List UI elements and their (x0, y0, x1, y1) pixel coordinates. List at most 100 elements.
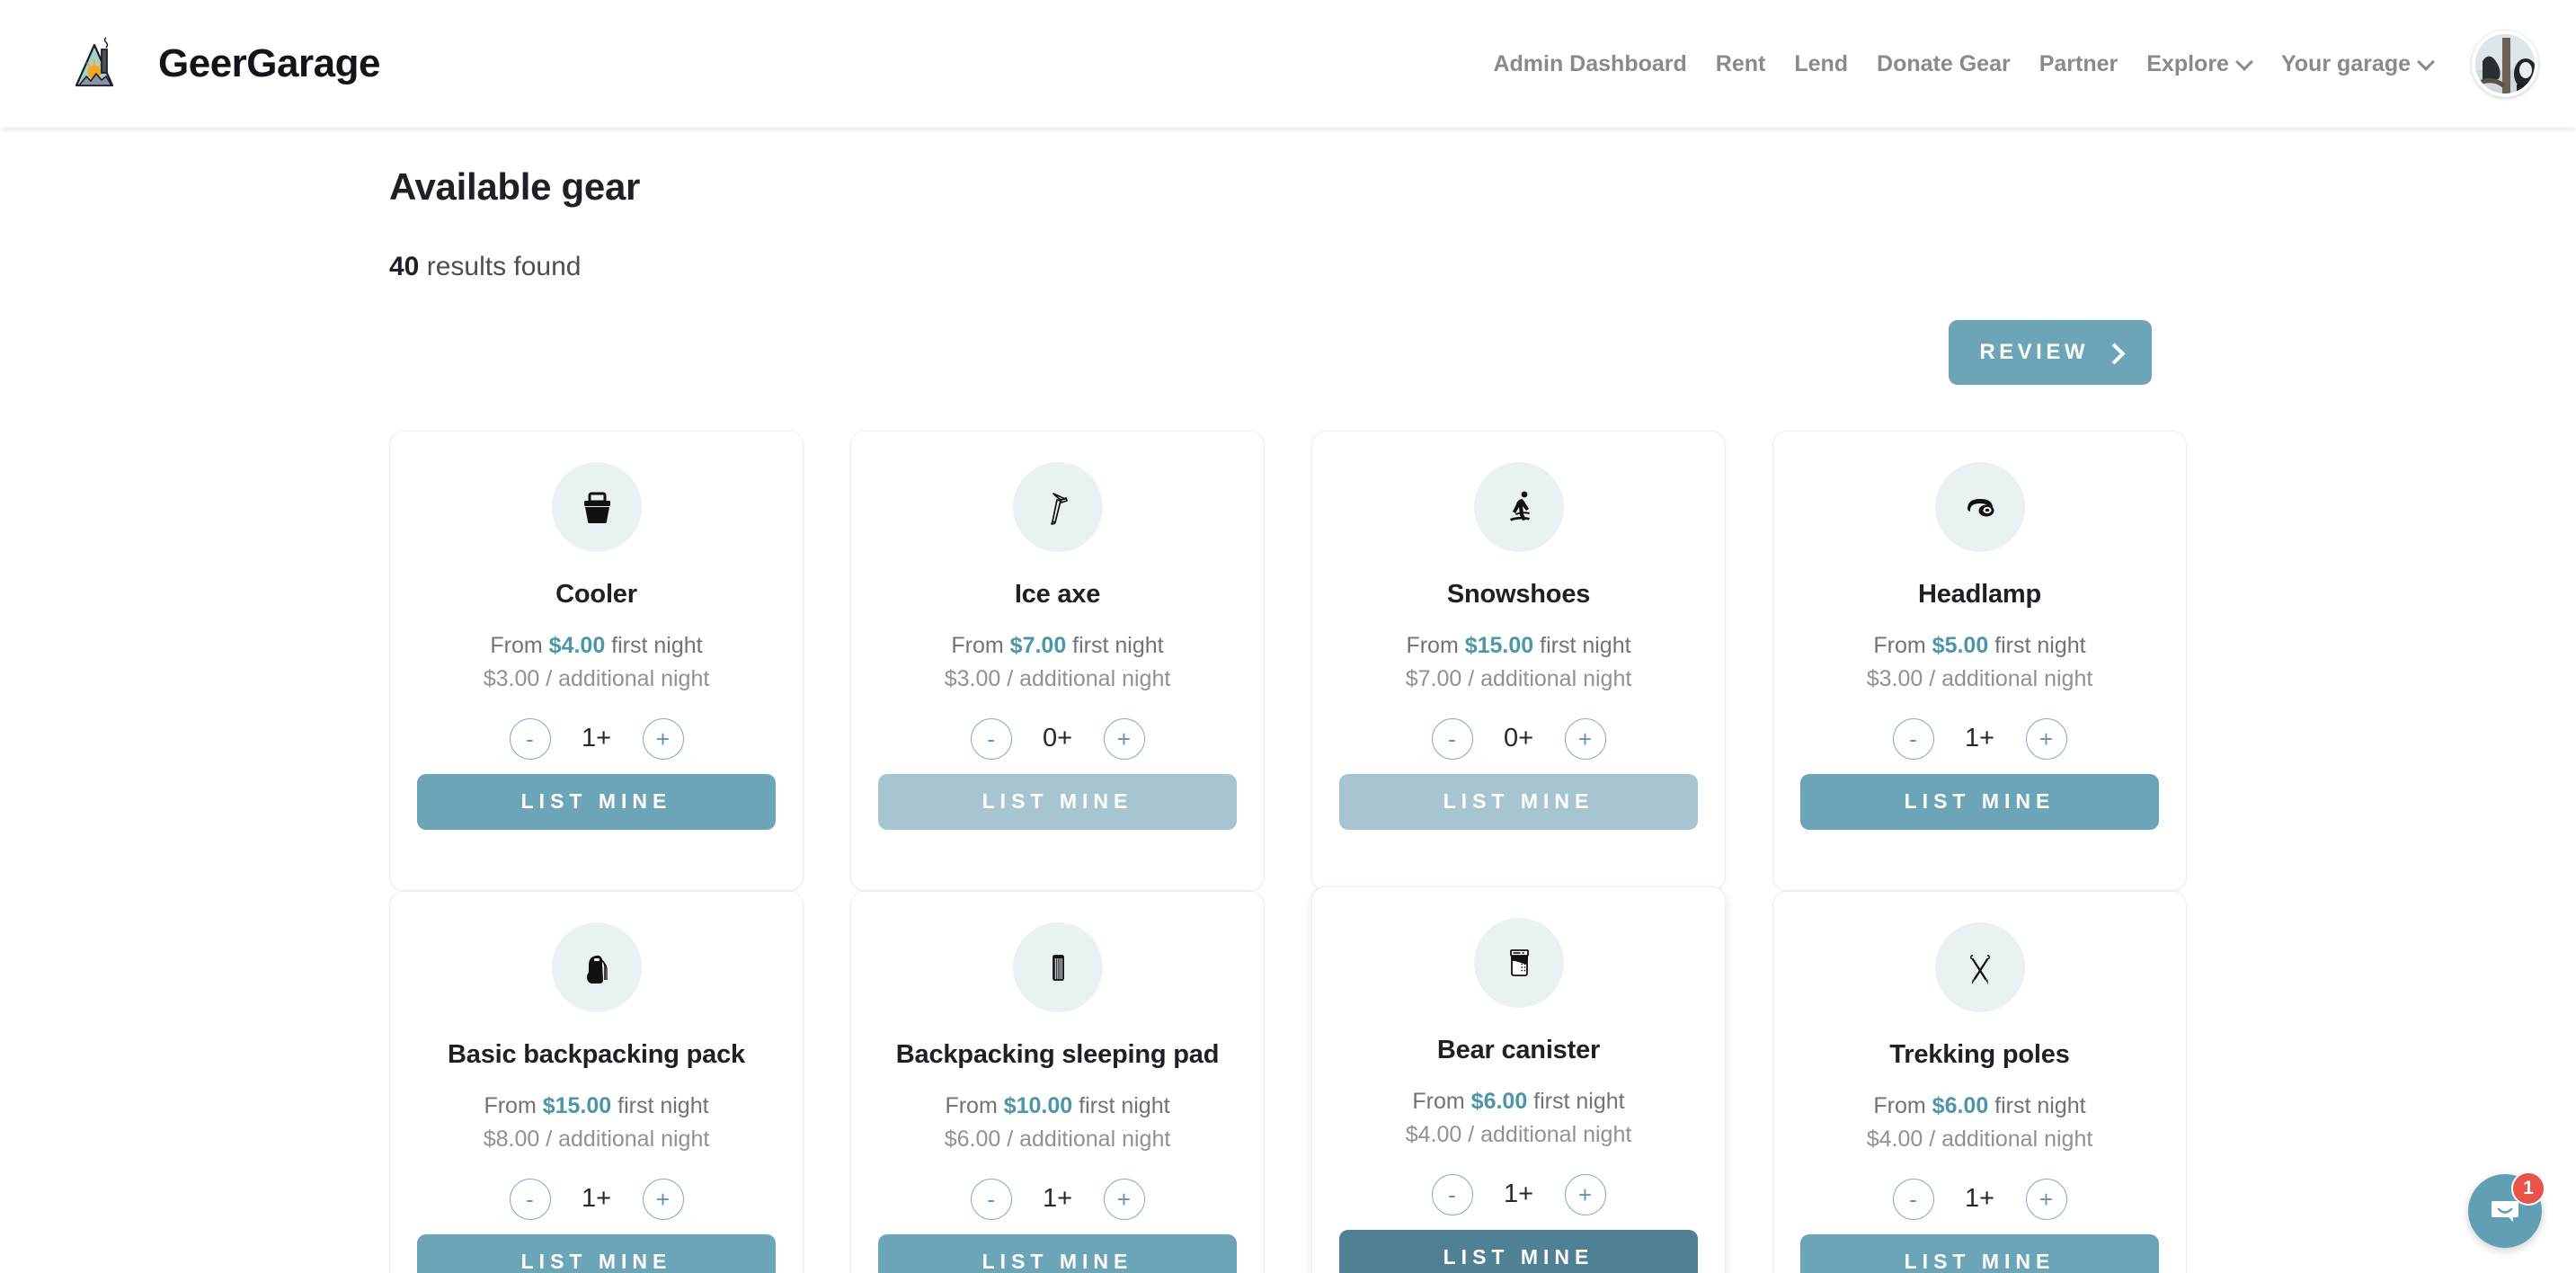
list-mine-button[interactable]: LIST MINE (878, 773, 1237, 830)
list-mine-button[interactable]: LIST MINE (417, 773, 776, 830)
gear-card-headlamp[interactable]: Headlamp From $5.00 first night $3.00 / … (1772, 431, 2187, 891)
price-value: $15.00 (1464, 633, 1534, 659)
gear-card-price-additional: $4.00 / additional night (1405, 1122, 1632, 1148)
decrement-button[interactable]: - (1892, 717, 1934, 760)
decrement-button[interactable]: - (1431, 1173, 1473, 1215)
gear-card-price-first-night: From $6.00 first night (1873, 1093, 2085, 1119)
gear-card-price-first-night: From $15.00 first night (1406, 633, 1630, 659)
price-suffix: first night (1988, 1093, 2086, 1119)
gear-card-trekking-poles[interactable]: Trekking poles From $6.00 first night $4… (1772, 891, 2187, 1273)
gear-card-snowshoes[interactable]: Snowshoes From $15.00 first night $7.00 … (1311, 431, 1726, 891)
gear-card-title: Ice axe (1014, 580, 1101, 609)
price-value: $6.00 (1470, 1089, 1528, 1115)
increment-button[interactable]: + (1103, 1178, 1145, 1220)
price-suffix: first night (605, 633, 703, 659)
gear-card-price-additional: $3.00 / additional night (944, 666, 1171, 692)
gear-card-ice-axe[interactable]: Ice axe From $7.00 first night $3.00 / a… (850, 431, 1265, 891)
quantity-stepper: - 1+ + (970, 1178, 1145, 1220)
nav-item-lend[interactable]: Lend (1780, 50, 1862, 76)
results-count-suffix: results found (419, 252, 582, 281)
gear-card-title: Backpacking sleeping pad (895, 1040, 1220, 1069)
nav-item-label: Your garage (2280, 50, 2411, 76)
nav-item-label: Lend (1794, 50, 1849, 76)
page-title: Available gear (389, 165, 641, 208)
cooler-icon (551, 462, 642, 552)
decrement-button[interactable]: - (970, 717, 1012, 760)
list-mine-button[interactable]: LIST MINE (417, 1233, 776, 1273)
quantity-value: 1+ (1503, 1180, 1534, 1209)
backpack-icon (551, 922, 642, 1012)
sleeping-pad-icon (1012, 922, 1103, 1012)
gear-card-title: Snowshoes (1446, 580, 1591, 609)
gear-card-bear-canister[interactable]: Bear canister From $6.00 first night $4.… (1311, 886, 1726, 1273)
quantity-stepper: - 1+ + (1892, 717, 2067, 760)
chevron-right-icon (2107, 345, 2121, 360)
gear-card-price-additional: $8.00 / additional night (483, 1126, 710, 1153)
results-count-line: 40 results found (389, 252, 2187, 282)
gear-card-price-additional: $4.00 / additional night (1866, 1126, 2093, 1153)
price-prefix: From (1873, 1093, 1932, 1119)
chat-unread-badge: 1 (2511, 1171, 2545, 1206)
gear-card-price-first-night: From $4.00 first night (490, 633, 702, 659)
decrement-button[interactable]: - (1892, 1178, 1934, 1220)
decrement-button[interactable]: - (509, 1178, 551, 1220)
gear-card-price-first-night: From $15.00 first night (484, 1093, 708, 1119)
decrement-button[interactable]: - (970, 1178, 1012, 1220)
nav-item-donate-gear[interactable]: Donate Gear (1862, 52, 2025, 76)
gear-card-title: Trekking poles (1889, 1040, 2070, 1069)
price-value: $6.00 (1932, 1093, 1989, 1119)
gear-card-price-first-night: From $6.00 first night (1412, 1089, 1624, 1115)
list-mine-button[interactable]: LIST MINE (1339, 773, 1698, 830)
gear-card-title: Cooler (555, 580, 637, 609)
review-button[interactable]: REVIEW (1949, 320, 2152, 385)
quantity-stepper: - 0+ + (1431, 717, 1606, 760)
increment-button[interactable]: + (2025, 717, 2067, 760)
list-mine-button[interactable]: LIST MINE (1800, 1233, 2159, 1273)
list-mine-button[interactable]: LIST MINE (1339, 1229, 1698, 1273)
increment-button[interactable]: + (1564, 717, 1606, 760)
ice-axe-icon (1012, 462, 1103, 552)
headlamp-icon (1934, 462, 2025, 552)
increment-button[interactable]: + (1103, 717, 1145, 760)
quantity-stepper: - 1+ + (509, 1178, 684, 1220)
list-mine-button[interactable]: LIST MINE (1800, 773, 2159, 830)
chevron-down-icon (2419, 55, 2434, 70)
gear-card-basic-backpacking-pack[interactable]: Basic backpacking pack From $15.00 first… (389, 891, 804, 1273)
list-mine-button[interactable]: LIST MINE (878, 1233, 1237, 1273)
gear-card-price-additional: $6.00 / additional night (944, 1126, 1171, 1153)
gear-card-grid: Cooler From $4.00 first night $3.00 / ad… (389, 431, 2187, 1273)
price-prefix: From (1873, 633, 1932, 659)
price-value: $5.00 (1932, 633, 1989, 659)
price-prefix: From (945, 1093, 1004, 1119)
gear-card-price-additional: $3.00 / additional night (1866, 666, 2093, 692)
nav-item-explore[interactable]: Explore (2132, 50, 2267, 76)
decrement-button[interactable]: - (1431, 717, 1473, 760)
gear-card-price-first-night: From $10.00 first night (945, 1093, 1169, 1119)
nav-item-label: Explore (2146, 50, 2229, 76)
main-navigation: Admin Dashboard Rent Lend Donate Gear Pa… (1493, 31, 2576, 97)
brand-logo-link[interactable]: GeerGarage (70, 36, 380, 92)
price-value: $10.00 (1003, 1093, 1073, 1119)
increment-button[interactable]: + (642, 1178, 684, 1220)
nav-item-admin-dashboard[interactable]: Admin Dashboard (1493, 52, 1701, 76)
quantity-value: 1+ (581, 724, 612, 753)
brand-name: GeerGarage (158, 41, 380, 85)
decrement-button[interactable]: - (509, 717, 551, 760)
nav-item-label: Partner (2039, 50, 2119, 76)
gear-card-title: Basic backpacking pack (448, 1040, 745, 1069)
page-body: Available gear 40 results found REVIEW C… (0, 128, 2576, 1273)
gear-card-backpacking-sleeping-pad[interactable]: Backpacking sleeping pad From $10.00 fir… (850, 891, 1265, 1273)
price-suffix: first night (1527, 1089, 1625, 1115)
nav-item-rent[interactable]: Rent (1701, 52, 1781, 76)
price-prefix: From (951, 633, 1010, 659)
nav-item-partner[interactable]: Partner (2025, 50, 2133, 76)
increment-button[interactable]: + (2025, 1178, 2067, 1220)
increment-button[interactable]: + (642, 717, 684, 760)
trekking-poles-icon (1934, 922, 2025, 1012)
quantity-stepper: - 1+ + (509, 717, 684, 760)
increment-button[interactable]: + (1564, 1173, 1606, 1215)
quantity-stepper: - 1+ + (1431, 1173, 1606, 1215)
gear-card-cooler[interactable]: Cooler From $4.00 first night $3.00 / ad… (389, 431, 804, 891)
nav-item-your-garage[interactable]: Your garage (2267, 50, 2448, 76)
avatar[interactable] (2472, 31, 2538, 97)
